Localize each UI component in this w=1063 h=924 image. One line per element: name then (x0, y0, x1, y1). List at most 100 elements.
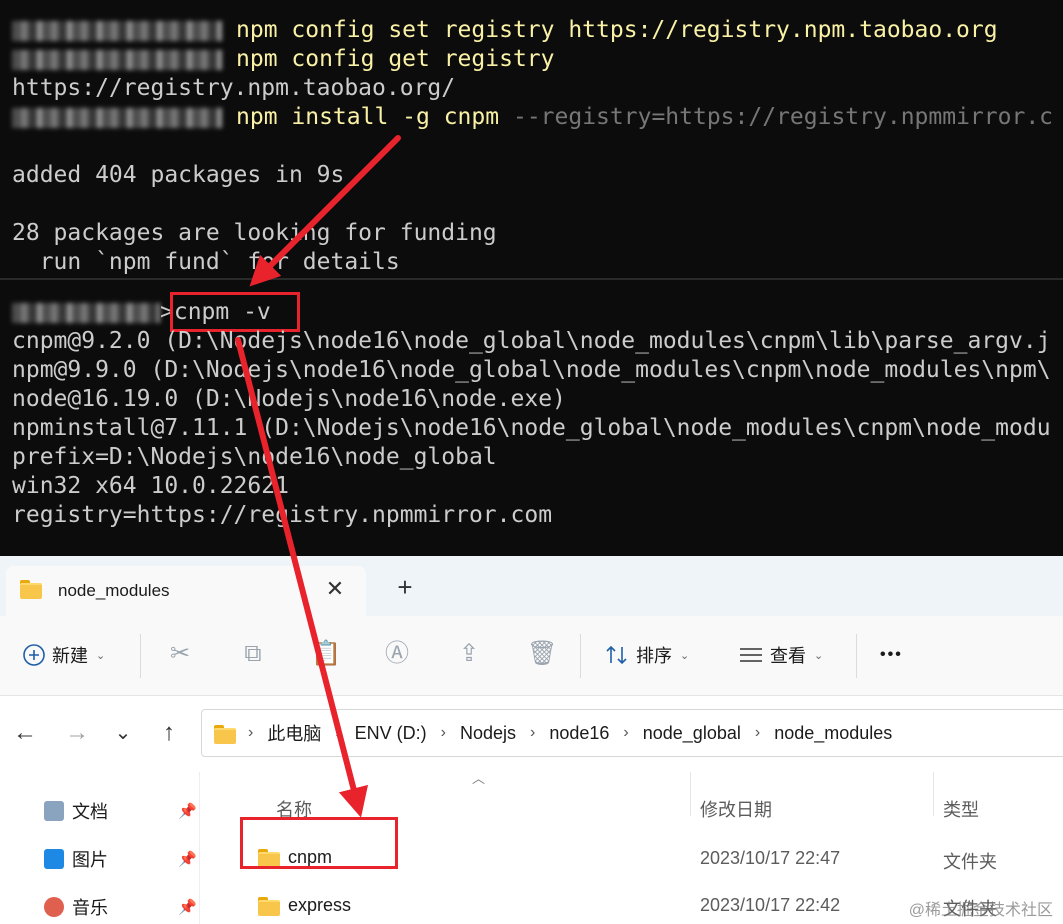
cut-icon[interactable]: ✂ (166, 640, 194, 668)
file-date: 2023/10/17 22:47 (700, 848, 841, 868)
music-icon (44, 897, 64, 917)
tab-bar: node_modules ✕ + (0, 556, 1063, 618)
highlight-box-command (170, 292, 300, 332)
terminal-output: run `npm fund` for details (12, 249, 400, 275)
command-bar: 新建 ⌄ ✂ ⧉ 📋 Ⓐ ⇪ 🗑 排序 ⌄ 查看 ⌄ ••• (0, 616, 1063, 696)
file-type: 文件夹 (943, 852, 997, 872)
chevron-down-icon: ⌄ (814, 649, 824, 662)
breadcrumb-drive[interactable]: ENV (D:) (355, 723, 427, 744)
terminal-command: npm config get registry (236, 46, 555, 72)
view-button[interactable]: 查看 ⌄ (738, 639, 823, 671)
sort-button[interactable]: 排序 ⌄ (604, 639, 689, 671)
sidebar-item-documents[interactable]: 文档 (44, 796, 108, 826)
terminal-output: win32 x64 10.0.22621 (12, 473, 289, 499)
pin-icon[interactable]: 📌 (178, 898, 197, 916)
chevron-right-icon: › (754, 724, 761, 741)
copy-icon[interactable]: ⧉ (239, 640, 267, 668)
sort-ascending-icon: ︿ (472, 771, 486, 786)
forward-button[interactable]: → (62, 718, 92, 748)
tab-node-modules[interactable]: node_modules ✕ (6, 566, 366, 618)
pictures-icon (44, 849, 64, 869)
column-header-date[interactable]: 修改日期 (700, 796, 772, 822)
recent-locations-button[interactable]: ⌄ (108, 718, 138, 748)
file-name: express (288, 894, 352, 915)
new-button-label: 新建 (52, 646, 88, 666)
redacted-prompt (12, 302, 160, 323)
navigation-pane: 文档 📌 图片 📌 音乐 📌 (0, 772, 200, 924)
sidebar-item-label: 音乐 (72, 898, 108, 918)
close-tab-icon[interactable]: ✕ (322, 576, 348, 602)
sidebar-item-pictures[interactable]: 图片 (44, 844, 108, 874)
chevron-right-icon: › (530, 724, 536, 741)
paste-icon[interactable]: 📋 (311, 640, 341, 668)
terminal-window-top: npm config set registry https://registry… (0, 0, 1063, 278)
terminal-output: https://registry.npm.taobao.org/ (12, 75, 456, 101)
pin-icon[interactable]: 📌 (178, 802, 197, 820)
terminal-line: npm config set registry https://registry… (12, 16, 998, 45)
new-tab-button[interactable]: + (392, 574, 418, 600)
folder-icon (258, 896, 280, 916)
terminal-output: npminstall@7.11.1 (D:\Nodejs\node16\node… (12, 415, 1051, 441)
new-button[interactable]: 新建 ⌄ (22, 639, 105, 671)
back-button[interactable]: ← (10, 718, 40, 748)
chevron-right-icon: › (335, 724, 341, 741)
folder-icon (20, 580, 42, 599)
terminal-window-bottom: >cnpm -v cnpm@9.2.0 (D:\Nodejs\node16\no… (0, 278, 1063, 556)
tab-label: node_modules (58, 581, 170, 600)
terminal-output: added 404 packages in 9s (12, 162, 345, 188)
chevron-down-icon: ⌄ (96, 649, 106, 662)
sidebar-item-label: 图片 (72, 850, 108, 870)
pin-icon[interactable]: 📌 (178, 850, 197, 868)
breadcrumb-node-modules[interactable]: node_modules (774, 723, 892, 744)
rename-icon[interactable]: Ⓐ (383, 640, 411, 668)
column-header-type[interactable]: 类型 (943, 796, 979, 822)
breadcrumb-node-global[interactable]: node_global (643, 723, 741, 744)
documents-icon (44, 801, 64, 821)
chevron-right-icon: › (440, 724, 446, 741)
view-list-icon (740, 648, 762, 662)
breadcrumb-node16[interactable]: node16 (549, 723, 609, 744)
sidebar-item-label: 文档 (72, 802, 108, 822)
terminal-output: 28 packages are looking for funding (12, 220, 497, 246)
column-divider[interactable] (933, 772, 934, 816)
terminal-command: npm install -g cnpm (236, 104, 500, 130)
redacted-prompt (12, 20, 222, 41)
address-bar[interactable]: › 此电脑 › ENV (D:) › Nodejs › node16 › nod… (201, 709, 1063, 757)
sort-button-label: 排序 (636, 646, 672, 666)
share-icon[interactable]: ⇪ (455, 640, 483, 668)
watermark: @稀土掘金技术社区 (908, 902, 1053, 919)
plus-circle-icon (23, 644, 45, 666)
terminal-output: node@16.19.0 (D:\Nodejs\node16\node.exe) (12, 386, 566, 412)
file-date: 2023/10/17 22:42 (700, 895, 841, 915)
toolbar-divider (856, 634, 857, 678)
up-button[interactable]: ↑ (154, 718, 184, 748)
terminal-argument: --registry=https://registry.npmmirror.c (512, 104, 1054, 130)
sort-icon (606, 645, 627, 665)
delete-icon[interactable]: 🗑 (527, 640, 557, 668)
terminal-command: npm config set registry https://registry… (236, 17, 998, 43)
column-divider[interactable] (690, 772, 691, 816)
highlight-box-cnpm-folder (240, 817, 398, 869)
chevron-down-icon: ⌄ (680, 649, 690, 662)
view-button-label: 查看 (770, 646, 806, 666)
chevron-right-icon: › (623, 724, 629, 741)
terminal-output: prefix=D:\Nodejs\node16\node_global (12, 444, 497, 470)
sidebar-item-music[interactable]: 音乐 (44, 892, 108, 922)
terminal-output: registry=https://registry.npmmirror.com (12, 502, 553, 528)
file-explorer-window: node_modules ✕ + 新建 ⌄ ✂ ⧉ 📋 Ⓐ ⇪ 🗑 排序 ⌄ 查… (0, 556, 1063, 924)
toolbar-divider (580, 634, 581, 678)
more-options-button[interactable]: ••• (880, 639, 903, 671)
breadcrumb-nodejs[interactable]: Nodejs (460, 723, 516, 744)
redacted-prompt (12, 107, 222, 128)
terminal-line: npm install -g cnpm --registry=https://r… (12, 103, 1053, 132)
file-row-name[interactable]: express (258, 890, 351, 920)
toolbar-divider (140, 634, 141, 678)
terminal-line: npm config get registry (12, 45, 555, 74)
terminal-output: npm@9.9.0 (D:\Nodejs\node16\node_global\… (12, 357, 1051, 383)
address-row: ← → ⌄ ↑ › 此电脑 › ENV (D:) › Nodejs › node… (0, 696, 1063, 772)
redacted-prompt (12, 49, 222, 70)
folder-icon (214, 724, 236, 744)
chevron-right-icon: › (248, 724, 254, 741)
terminal-output: cnpm@9.2.0 (D:\Nodejs\node16\node_global… (12, 328, 1051, 354)
breadcrumb-this-pc[interactable]: 此电脑 (267, 720, 321, 746)
